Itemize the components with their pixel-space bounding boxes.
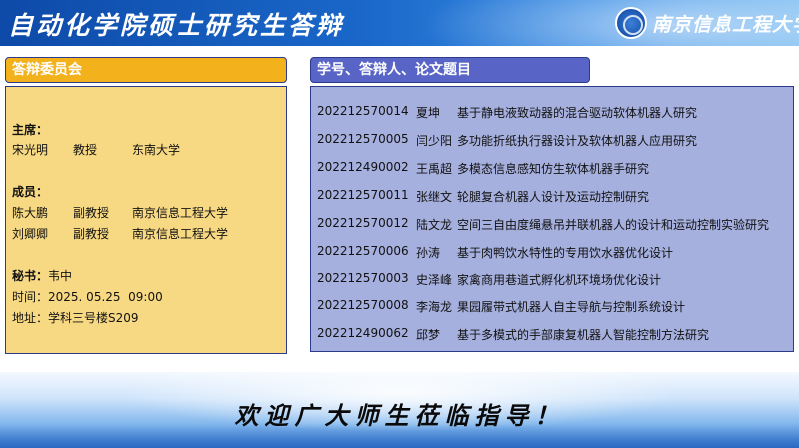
welcome-slogan: 欢迎广大师生莅临指导！ [234, 401, 565, 430]
thesis-tab: 学号、答辩人、论文题目 [310, 57, 590, 83]
header-banner: 自动化学院硕士研究生答辩 南京信息工程大学 [0, 0, 799, 46]
member-name: 刘卿卿 [12, 227, 49, 241]
page-title: 自动化学院硕士研究生答辩 [8, 11, 345, 40]
bottom-banner: 欢迎广大师生莅临指导！ [0, 372, 799, 448]
student-name: 闫少阳 [416, 134, 453, 148]
student-id: 202212570006 [317, 244, 409, 258]
thesis-title: 空间三自由度绳悬吊并联机器人的设计和运动控制实验研究 [457, 218, 770, 232]
thesis-title: 基于肉鸭饮水特性的专用饮水器优化设计 [457, 246, 674, 260]
university-logo-icon [615, 7, 647, 39]
chair-rank: 教授 [73, 143, 98, 157]
university-name: 南京信息工程大学 [652, 14, 799, 36]
student-name: 邱梦 [416, 328, 441, 342]
chair-org: 东南大学 [132, 143, 181, 157]
member-org: 南京信息工程大学 [132, 206, 229, 220]
student-id: 202212570012 [317, 216, 409, 230]
place-label: 地址： [12, 311, 49, 325]
student-id: 202212570005 [317, 132, 409, 146]
student-name: 孙涛 [416, 246, 441, 260]
thesis-title: 多模态信息感知仿生软体机器手研究 [457, 162, 650, 176]
thesis-title: 果园履带式机器人自主导航与控制系统设计 [457, 300, 686, 314]
member-rank: 副教授 [73, 227, 110, 241]
secretary-line: 秘书：韦中 [12, 267, 72, 284]
student-id: 202212570003 [317, 271, 409, 285]
student-name: 张继文 [416, 190, 453, 204]
thesis-title: 轮腿复合机器人设计及运动控制研究 [457, 190, 650, 204]
member-rank: 副教授 [73, 206, 110, 220]
secretary-name: 韦中 [48, 269, 73, 283]
student-id: 202212490062 [317, 326, 409, 340]
time-label: 时间： [12, 290, 49, 304]
student-id: 202212570008 [317, 298, 409, 312]
members-label: 成员： [12, 185, 49, 199]
student-name: 王禹超 [416, 162, 453, 176]
committee-tab: 答辩委员会 [5, 57, 287, 83]
member-name: 陈大鹏 [12, 206, 49, 220]
defense-time: 2025. 05.25 09:00 [48, 290, 163, 304]
student-name: 史泽峰 [416, 273, 453, 287]
thesis-title: 多功能折纸执行器设计及软体机器人应用研究 [457, 134, 698, 148]
thesis-panel: 202212570014 夏坤 基于静电液致动器的混合驱动软体机器人研究 202… [310, 86, 794, 352]
committee-panel: 主席： 宋光明 教授 东南大学 成员： 陈大鹏 副教授 南京信息工程大学 刘卿卿… [5, 86, 287, 354]
time-line: 时间：2025. 05.25 09:00 [12, 288, 163, 305]
student-name: 李海龙 [416, 300, 453, 314]
place-line: 地址：学科三号楼S209 [12, 309, 139, 326]
student-id: 202212570014 [317, 104, 409, 118]
chair-label: 主席： [12, 123, 49, 137]
student-name: 夏坤 [416, 106, 441, 120]
student-name: 陆文龙 [416, 218, 453, 232]
thesis-title: 基于多模式的手部康复机器人智能控制方法研究 [457, 328, 710, 342]
student-id: 202212490002 [317, 160, 409, 174]
secretary-label: 秘书： [12, 269, 49, 283]
chair-name: 宋光明 [12, 143, 49, 157]
member-org: 南京信息工程大学 [132, 227, 229, 241]
defense-place: 学科三号楼S209 [48, 311, 139, 325]
student-id: 202212570011 [317, 188, 409, 202]
thesis-title: 基于静电液致动器的混合驱动软体机器人研究 [457, 106, 698, 120]
thesis-title: 家禽商用巷道式孵化机环境场优化设计 [457, 273, 662, 287]
